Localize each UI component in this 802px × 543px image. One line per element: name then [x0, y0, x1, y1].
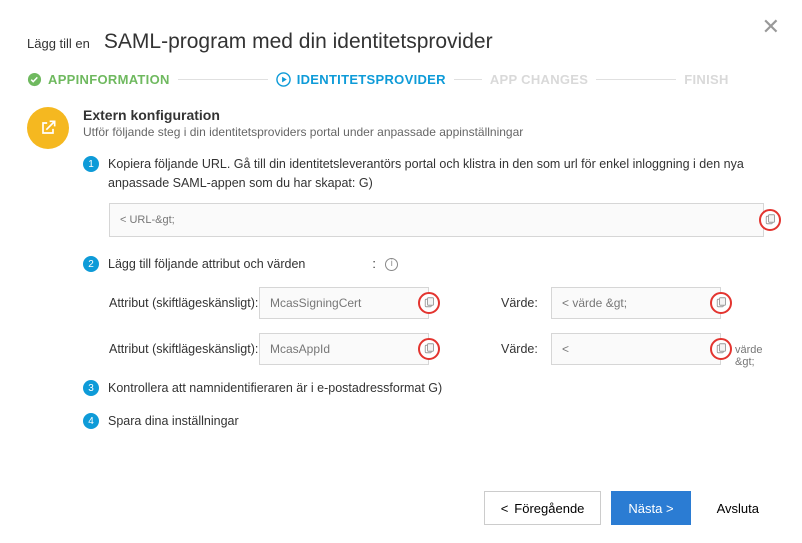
- next-button-label: Nästa >: [628, 501, 673, 516]
- step-number-1: 1: [83, 156, 99, 172]
- check-icon: [27, 72, 42, 87]
- step-1-text: Kopiera följande URL. Gå till din identi…: [108, 155, 775, 193]
- dialog-header: Lägg till en SAML-program med din identi…: [27, 30, 775, 54]
- step-4-text: Spara dina inställningar: [108, 412, 239, 431]
- info-icon[interactable]: i: [385, 258, 398, 271]
- wizard-step-label: IDENTITETSPROVIDER: [297, 72, 446, 87]
- next-button[interactable]: Nästa >: [611, 491, 690, 525]
- external-link-icon: [27, 107, 69, 149]
- copy-attr2-button[interactable]: [418, 338, 440, 360]
- value-1-input[interactable]: [551, 287, 721, 319]
- close-button[interactable]: ✕: [762, 14, 780, 40]
- step-3-text: Kontrollera att namnidentifieraren är i …: [108, 379, 442, 398]
- copy-icon: [423, 297, 435, 309]
- attribute-1-input[interactable]: [259, 287, 429, 319]
- copy-icon: [715, 297, 727, 309]
- step-2-text: Lägg till följande attribut och värden :…: [108, 255, 398, 274]
- cancel-button-label: Avsluta: [717, 501, 759, 516]
- wizard-step-idp: IDENTITETSPROVIDER: [276, 72, 446, 87]
- value-label: Värde:: [501, 342, 551, 356]
- copy-icon: [423, 343, 435, 355]
- wizard-step-label: FINISH: [684, 72, 728, 87]
- section-title: Extern konfiguration: [83, 107, 775, 123]
- copy-icon: [764, 214, 776, 226]
- value-2-overflow: värde &gt;: [735, 344, 763, 368]
- copy-url-button[interactable]: [759, 209, 781, 231]
- chevron-left-icon: <: [501, 501, 509, 516]
- sso-url-input[interactable]: [109, 203, 764, 237]
- attribute-2-input[interactable]: [259, 333, 429, 365]
- cancel-button[interactable]: Avsluta: [701, 491, 775, 525]
- copy-attr1-button[interactable]: [418, 292, 440, 314]
- wizard-steps: APPINFORMATION IDENTITETSPROVIDER APP CH…: [27, 72, 775, 87]
- previous-button[interactable]: < Föregående: [484, 491, 602, 525]
- copy-val1-button[interactable]: [710, 292, 732, 314]
- attribute-label: Attribut (skiftlägeskänsligt):: [109, 296, 259, 310]
- section-subtitle: Utför följande steg i din identitetsprov…: [83, 125, 775, 139]
- wizard-step-appchanges: APP CHANGES: [490, 72, 588, 87]
- header-prefix: Lägg till en: [27, 36, 90, 51]
- step-number-2: 2: [83, 256, 99, 272]
- step-number-4: 4: [83, 413, 99, 429]
- attribute-label: Attribut (skiftlägeskänsligt):: [109, 342, 259, 356]
- value-2-input[interactable]: [551, 333, 721, 365]
- value-label: Värde:: [501, 296, 551, 310]
- copy-icon: [715, 343, 727, 355]
- copy-val2-button[interactable]: [710, 338, 732, 360]
- wizard-step-finish: FINISH: [684, 72, 728, 87]
- wizard-step-label: APP CHANGES: [490, 72, 588, 87]
- step-number-3: 3: [83, 380, 99, 396]
- wizard-step-label: APPINFORMATION: [48, 72, 170, 87]
- header-title: SAML-program med din identitetsprovider: [104, 30, 493, 54]
- play-icon: [276, 72, 291, 87]
- previous-button-label: Föregående: [514, 501, 584, 516]
- wizard-step-appinfo: APPINFORMATION: [27, 72, 170, 87]
